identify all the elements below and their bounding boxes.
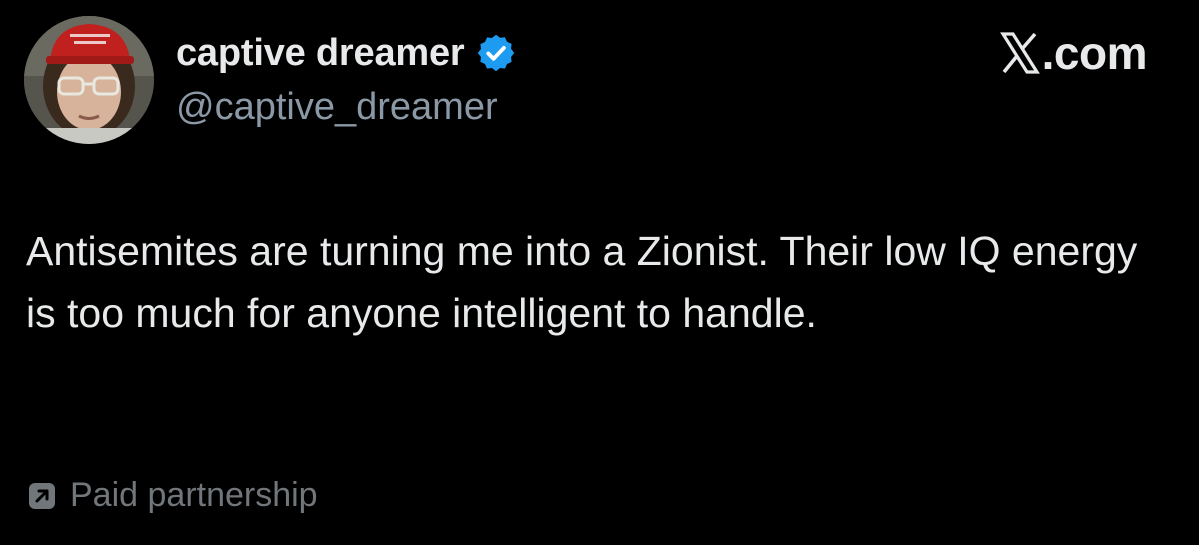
paid-partnership-label[interactable]: Paid partnership <box>28 476 318 515</box>
avatar[interactable] <box>24 16 154 144</box>
handle[interactable]: @captive_dreamer <box>176 86 517 129</box>
tweet-card: captive dreamer @captive_dreamer .com An… <box>0 0 1199 545</box>
author-block: captive dreamer @captive_dreamer <box>176 26 517 129</box>
avatar-photo-icon <box>24 16 154 144</box>
paid-partnership-text: Paid partnership <box>70 476 318 514</box>
brand-text: .com <box>1041 27 1148 79</box>
tweet-text: Antisemites are turning me into a Zionis… <box>26 228 1138 336</box>
display-name[interactable]: captive dreamer <box>176 32 465 75</box>
x-logo-icon <box>999 31 1040 75</box>
name-row: captive dreamer <box>176 26 517 80</box>
brand-watermark: .com <box>999 26 1148 80</box>
arrow-up-right-box-icon <box>28 482 56 510</box>
verified-badge-icon <box>475 32 517 74</box>
